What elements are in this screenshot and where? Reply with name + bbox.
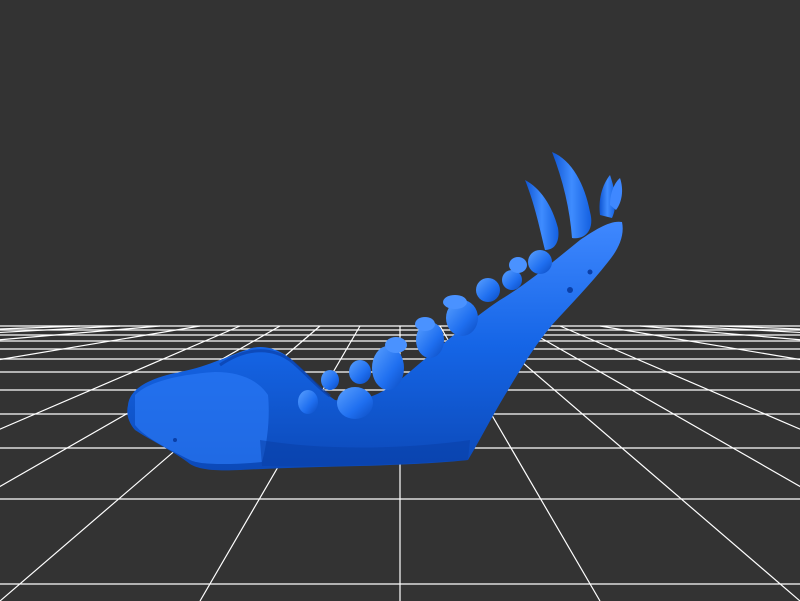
incisor-tooth [298,390,318,414]
foramen-dot [173,438,177,442]
molar-tooth [528,250,552,274]
premolar-tooth [385,337,407,353]
molar-tooth [509,257,527,273]
molar-tooth [443,295,467,309]
premolar-tooth [349,360,371,384]
incisor-tooth [321,370,339,390]
molar-tooth [476,278,500,302]
scene-canvas[interactable] [0,0,800,601]
foramen-dot [587,269,593,275]
molar-tooth [502,270,522,290]
canine-fang [525,180,559,250]
mandible-model[interactable] [127,152,623,471]
chin-highlight [135,372,269,465]
premolar-tooth [415,317,435,331]
premolar-tooth [337,387,373,419]
foramen-dot [567,287,573,293]
3d-viewport[interactable] [0,0,800,601]
canine-fang [552,152,592,239]
